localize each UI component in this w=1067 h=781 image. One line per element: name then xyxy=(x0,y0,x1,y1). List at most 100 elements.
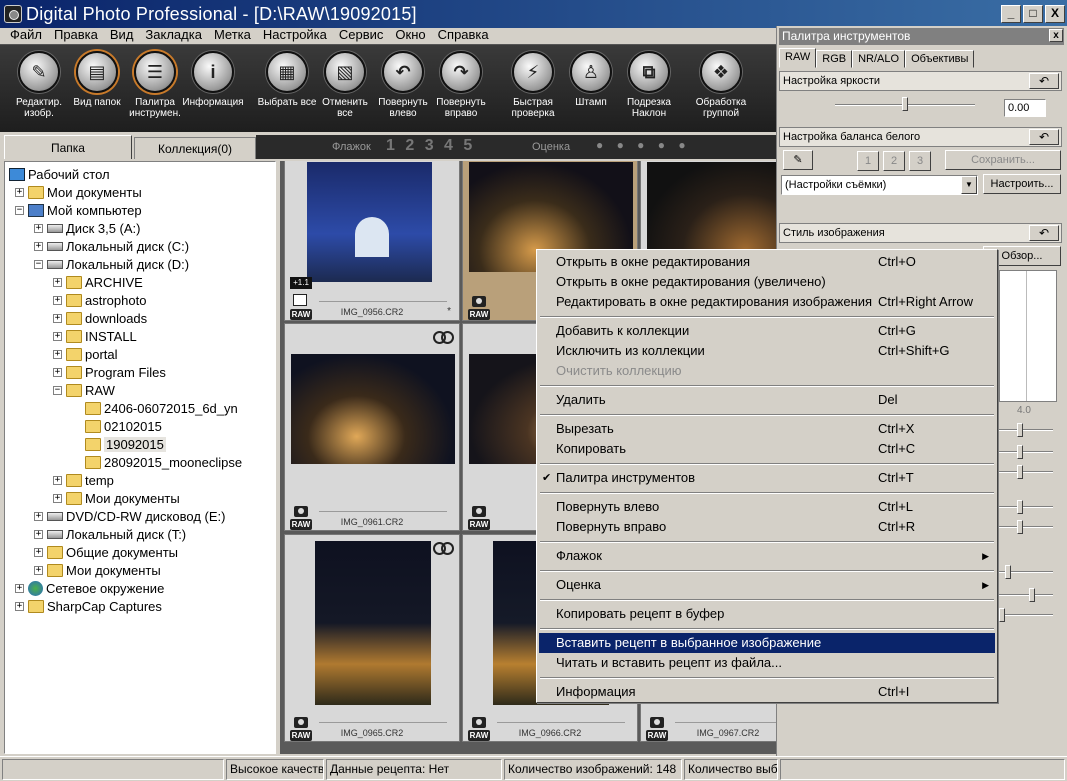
expander[interactable]: + xyxy=(34,241,43,251)
style-slider-thumb[interactable] xyxy=(1017,445,1023,459)
menu-item-flag[interactable]: Флажок ▶ xyxy=(539,546,995,566)
menu-item-copy-recipe[interactable]: Копировать рецепт в буфер xyxy=(539,604,995,624)
tab-folder[interactable]: Папка xyxy=(4,135,132,159)
style-slider-track[interactable] xyxy=(999,429,1053,431)
expander[interactable]: − xyxy=(34,259,43,269)
rotate-left-button[interactable]: ↶ Повернуть влево xyxy=(372,51,434,119)
menu-window[interactable]: Окно xyxy=(389,27,431,42)
stamp-button[interactable]: ♙ Штамп xyxy=(560,51,622,108)
style-slider-track[interactable] xyxy=(999,594,1053,596)
expander[interactable]: + xyxy=(34,223,43,233)
brightness-slider-thumb[interactable] xyxy=(902,97,908,111)
tab-nr-alo[interactable]: NR/ALO xyxy=(852,50,906,68)
tree-node[interactable]: + Диск 3,5 (A:) xyxy=(34,219,141,237)
tree-node[interactable]: + Общие документы xyxy=(34,543,178,561)
wb-preset-1-button[interactable]: 1 xyxy=(857,151,879,171)
style-slider-thumb[interactable] xyxy=(1005,565,1011,579)
expander[interactable]: + xyxy=(53,493,62,503)
tree-node-selected[interactable]: 19092015 xyxy=(85,435,166,453)
tree-node[interactable]: + downloads xyxy=(53,309,147,327)
tree-node[interactable]: + Program Files xyxy=(53,363,166,381)
tree-node[interactable]: + portal xyxy=(53,345,118,363)
tree-node[interactable]: + ARCHIVE xyxy=(53,273,143,291)
tree-node[interactable]: 28092015_mooneclipse xyxy=(85,453,242,471)
expander[interactable]: + xyxy=(53,313,62,323)
menu-item-cut[interactable]: Вырезать Ctrl+X xyxy=(539,419,995,439)
deselect-all-button[interactable]: ▧ Отменить все xyxy=(314,51,376,119)
style-slider-thumb[interactable] xyxy=(1029,588,1035,602)
edit-image-button[interactable]: ✎ Редактир. изобр. xyxy=(8,51,70,119)
menu-item-open-edit[interactable]: Открыть в окне редактирования Ctrl+O xyxy=(539,252,995,272)
brightness-reset-button[interactable]: ↶ xyxy=(1029,73,1059,89)
select-all-button[interactable]: ▦ Выбрать все xyxy=(256,51,318,108)
menu-edit[interactable]: Правка xyxy=(48,27,104,42)
brightness-value-field[interactable]: 0.00 xyxy=(1004,99,1046,117)
maximize-button[interactable]: □ xyxy=(1023,5,1043,23)
thumbnail-cell[interactable]: RAW IMG_0961.CR2 xyxy=(284,323,460,531)
menu-item-paste-recipe[interactable]: Вставить рецепт в выбранное изображение xyxy=(539,633,995,653)
tree-node[interactable]: + INSTALL xyxy=(53,327,137,345)
expander[interactable]: + xyxy=(53,367,62,377)
tree-node[interactable]: + Мои документы xyxy=(15,183,142,201)
wb-save-button[interactable]: Сохранить... xyxy=(945,150,1061,170)
expander[interactable]: + xyxy=(34,547,43,557)
expander[interactable]: + xyxy=(15,187,24,197)
wb-reset-button[interactable]: ↶ xyxy=(1029,129,1059,145)
wb-preset-2-button[interactable]: 2 xyxy=(883,151,905,171)
expander[interactable]: + xyxy=(53,331,62,341)
close-button[interactable]: X xyxy=(1045,5,1065,23)
menu-item-tool-palette[interactable]: ✔ Палитра инструментов Ctrl+T xyxy=(539,468,995,488)
menu-item-remove-collection[interactable]: Исключить из коллекции Ctrl+Shift+G xyxy=(539,341,995,361)
wb-preset-select[interactable]: (Настройки съёмки) ▼ xyxy=(781,175,978,195)
menu-item-rotate-left[interactable]: Повернуть влево Ctrl+L xyxy=(539,497,995,517)
tab-lenses[interactable]: Объективы xyxy=(905,50,975,68)
wb-configure-button[interactable]: Настроить... xyxy=(983,174,1061,194)
info-button[interactable]: i Информация xyxy=(182,51,244,108)
style-slider-track[interactable] xyxy=(999,506,1053,508)
menu-tools[interactable]: Сервис xyxy=(333,27,390,42)
tree-node[interactable]: + Мои документы xyxy=(53,489,180,507)
menu-item-add-collection[interactable]: Добавить к коллекции Ctrl+G xyxy=(539,321,995,341)
tree-node[interactable]: − RAW xyxy=(53,381,115,399)
tree-node[interactable]: Рабочий стол xyxy=(9,165,110,183)
tab-rgb[interactable]: RGB xyxy=(816,50,853,68)
batch-process-button[interactable]: ❖ Обработка группой xyxy=(690,51,752,119)
thumbnail-cell[interactable]: RAW IMG_0965.CR2 xyxy=(284,534,460,742)
tab-raw[interactable]: RAW xyxy=(779,48,817,68)
expander[interactable]: + xyxy=(53,295,62,305)
expander[interactable]: − xyxy=(53,385,62,395)
expander[interactable]: + xyxy=(15,601,24,611)
menu-item-load-recipe[interactable]: Читать и вставить рецепт из файла... xyxy=(539,653,995,673)
menu-item-copy[interactable]: Копировать Ctrl+C xyxy=(539,439,995,459)
menu-item-edit-image-window[interactable]: Редактировать в окне редактирования изоб… xyxy=(539,292,995,312)
style-slider-thumb[interactable] xyxy=(1017,500,1023,514)
tree-node[interactable]: − Локальный диск (D:) xyxy=(34,255,189,273)
palette-close-button[interactable]: x xyxy=(1049,29,1063,42)
expander[interactable]: − xyxy=(15,205,24,215)
tree-node[interactable]: + Локальный диск (T:) xyxy=(34,525,186,543)
menu-bookmark[interactable]: Закладка xyxy=(139,27,208,42)
style-slider-track[interactable] xyxy=(999,471,1053,473)
menu-item-rotate-right[interactable]: Повернуть вправо Ctrl+R xyxy=(539,517,995,537)
thumbnail-cell[interactable]: +1.1 RAW IMG_0956.CR2 * xyxy=(284,161,460,321)
menu-item-delete[interactable]: Удалить Del xyxy=(539,390,995,410)
style-slider-thumb[interactable] xyxy=(1017,423,1023,437)
style-slider-thumb[interactable] xyxy=(999,608,1005,622)
style-slider-track[interactable] xyxy=(999,451,1053,453)
eyedropper-button[interactable]: ✎ xyxy=(783,150,813,170)
menu-item-open-edit-zoomed[interactable]: Открыть в окне редактирования (увеличено… xyxy=(539,272,995,292)
menu-item-info[interactable]: Информация Ctrl+I xyxy=(539,682,995,702)
flag-numbers[interactable]: 1 2 3 4 5 xyxy=(386,137,475,155)
tree-node[interactable]: + DVD/CD-RW дисковод (E:) xyxy=(34,507,225,525)
style-slider-thumb[interactable] xyxy=(1017,520,1023,534)
style-slider-track[interactable] xyxy=(999,526,1053,528)
tree-node[interactable]: 02102015 xyxy=(85,417,162,435)
minimize-button[interactable]: _ xyxy=(1001,5,1021,23)
style-reset-button[interactable]: ↶ xyxy=(1029,225,1059,241)
style-slider-thumb[interactable] xyxy=(1017,465,1023,479)
quick-check-button[interactable]: ⚡ Быстрая проверка xyxy=(502,51,564,119)
menu-help[interactable]: Справка xyxy=(432,27,495,42)
tone-curve-graph[interactable] xyxy=(999,270,1057,402)
tree-node[interactable]: 2406-06072015_6d_yn xyxy=(85,399,238,417)
tree-node[interactable]: − Мой компьютер xyxy=(15,201,142,219)
